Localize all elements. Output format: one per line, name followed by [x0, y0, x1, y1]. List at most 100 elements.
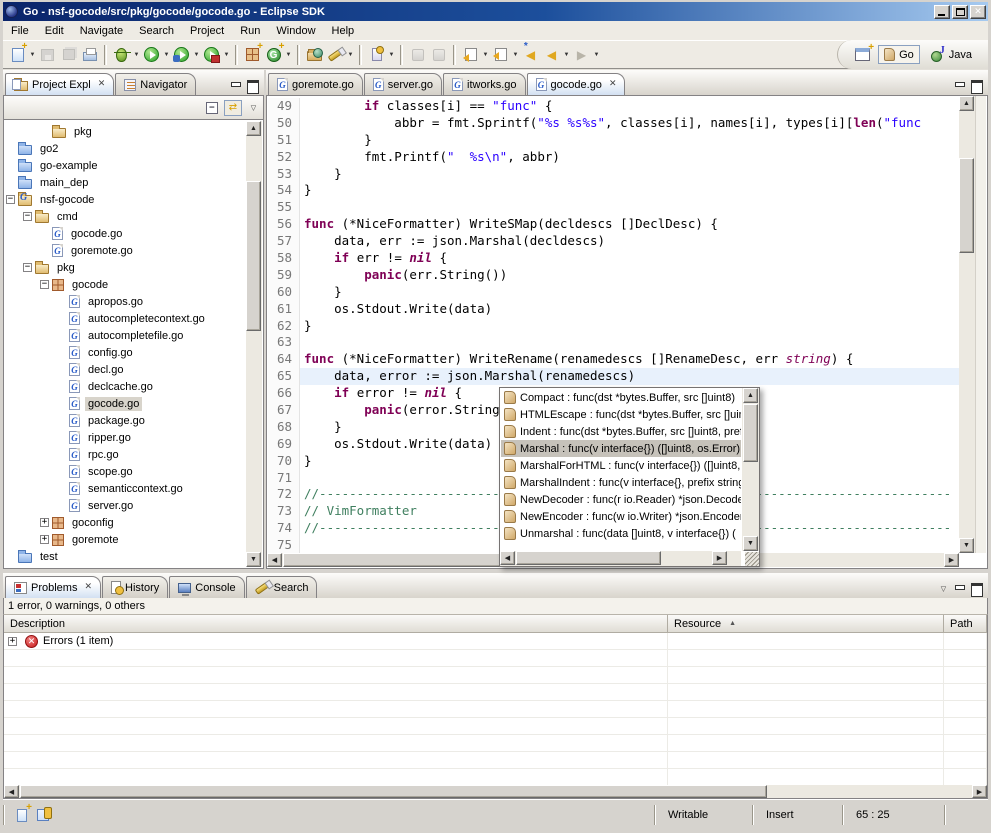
- view-menu-icon[interactable]: ▽: [248, 102, 259, 113]
- column-header-path[interactable]: Path: [944, 615, 987, 633]
- completion-item-unmarshal[interactable]: Unmarshal : func(data []uint8, v interfa…: [501, 525, 741, 542]
- dropdown-arrow-icon[interactable]: ▼: [132, 43, 141, 66]
- toolbar-button-open-resource[interactable]: [304, 43, 325, 66]
- toolbar-button-back[interactable]: ◀: [541, 43, 562, 66]
- scroll-up-icon[interactable]: ▲: [246, 121, 261, 136]
- toolbar-button-new-go-application[interactable]: [263, 43, 284, 66]
- code-line-56[interactable]: 56func (*NiceFormatter) WriteSMap(declde…: [268, 216, 959, 233]
- scroll-left-icon[interactable]: ◀: [267, 553, 282, 567]
- scrollbar-thumb[interactable]: [20, 785, 767, 798]
- scroll-left-icon[interactable]: ◀: [4, 785, 19, 798]
- close-icon[interactable]: ✕: [609, 80, 617, 89]
- problems-tab-problems[interactable]: Problems✕: [5, 576, 101, 598]
- tree-item-autocompletecontext-go[interactable]: autocompletecontext.go: [6, 310, 245, 327]
- tree-item-go-example[interactable]: go-example: [6, 157, 245, 174]
- editor-vertical-scrollbar[interactable]: ▲ ▼: [959, 96, 975, 553]
- toolbar-button-previous-annotation[interactable]: [407, 43, 428, 66]
- toolbar-button-last-edit-location[interactable]: [460, 43, 481, 66]
- tree-item-apropos-go[interactable]: apropos.go: [6, 293, 245, 310]
- code-line-61[interactable]: 61 os.Stdout.Write(data): [268, 301, 959, 318]
- tree-item-main-dep[interactable]: main_dep: [6, 174, 245, 191]
- toolbar-button-external-tools[interactable]: [201, 43, 222, 66]
- view-minimize-button[interactable]: [953, 80, 966, 91]
- sync-status-icon[interactable]: [37, 809, 49, 821]
- dropdown-arrow-icon[interactable]: ▼: [284, 43, 293, 66]
- expander-minus-icon[interactable]: −: [40, 280, 49, 289]
- tree-item-goremote-go[interactable]: goremote.go: [6, 242, 245, 259]
- dropdown-arrow-icon[interactable]: ▼: [511, 43, 520, 66]
- menu-window[interactable]: Window: [268, 22, 323, 40]
- view-minimize-button[interactable]: [229, 80, 242, 91]
- dropdown-arrow-icon[interactable]: ▼: [592, 43, 601, 66]
- view-minimize-button[interactable]: [953, 583, 966, 594]
- open-perspective-button[interactable]: [852, 43, 873, 66]
- toolbar-button-goto-last-edit[interactable]: [490, 43, 511, 66]
- explorer-tab-navigator[interactable]: Navigator: [115, 73, 196, 95]
- tree-item-pkg[interactable]: pkg: [6, 123, 245, 140]
- column-header-resource[interactable]: Resource▲: [668, 615, 944, 633]
- minimize-button[interactable]: [934, 5, 950, 19]
- scroll-right-icon[interactable]: ▶: [972, 785, 987, 798]
- code-line-60[interactable]: 60 }: [268, 284, 959, 301]
- scroll-down-icon[interactable]: ▼: [959, 538, 974, 553]
- tree-item-go2[interactable]: go2: [6, 140, 245, 157]
- dropdown-arrow-icon[interactable]: ▼: [222, 43, 231, 66]
- problems-tab-console[interactable]: Console: [169, 576, 244, 598]
- menu-help[interactable]: Help: [324, 22, 363, 40]
- tree-item-declcache-go[interactable]: declcache.go: [6, 378, 245, 395]
- toolbar-button-next-annotation[interactable]: [428, 43, 449, 66]
- column-header-description[interactable]: Description: [4, 615, 668, 633]
- dropdown-arrow-icon[interactable]: ▼: [192, 43, 201, 66]
- tree-item-goconfig[interactable]: +goconfig: [6, 514, 245, 531]
- dropdown-arrow-icon[interactable]: ▼: [28, 43, 37, 66]
- editor-tab-goremote-go[interactable]: goremote.go: [268, 73, 363, 95]
- tree-item-gocode-go[interactable]: gocode.go: [6, 395, 245, 412]
- view-maximize-button[interactable]: [246, 80, 259, 91]
- completion-item-marshal[interactable]: Marshal : func(v interface{}) ([]uint8, …: [501, 440, 741, 457]
- problems-horizontal-scrollbar[interactable]: ◀ ▶: [3, 785, 988, 799]
- code-line-54[interactable]: 54}: [268, 182, 959, 199]
- menu-file[interactable]: File: [3, 22, 37, 40]
- editor-tab-server-go[interactable]: server.go: [364, 73, 442, 95]
- tree-item-server-go[interactable]: server.go: [6, 497, 245, 514]
- dropdown-arrow-icon[interactable]: ▼: [481, 43, 490, 66]
- scrollbar-thumb[interactable]: [959, 158, 974, 253]
- completion-item-htmlescape[interactable]: HTMLEscape : func(dst *bytes.Buffer, src…: [501, 406, 741, 423]
- expander-plus-icon[interactable]: +: [8, 637, 17, 646]
- tree-item-goremote[interactable]: +goremote: [6, 531, 245, 548]
- code-line-52[interactable]: 52 fmt.Printf(" %s\n", abbr): [268, 149, 959, 166]
- toolbar-button-run[interactable]: [141, 43, 162, 66]
- scrollbar-thumb[interactable]: [743, 404, 758, 462]
- code-line-49[interactable]: 49 if classes[i] == "func" {: [268, 98, 959, 115]
- scroll-right-icon[interactable]: ▶: [944, 553, 959, 567]
- toolbar-button-save-all[interactable]: [58, 43, 79, 66]
- code-line-53[interactable]: 53 }: [268, 166, 959, 183]
- dropdown-arrow-icon[interactable]: ▼: [562, 43, 571, 66]
- completion-item-newencoder[interactable]: NewEncoder : func(w io.Writer) *json.Enc…: [501, 508, 741, 525]
- collapse-all-icon[interactable]: −: [206, 102, 218, 114]
- completion-item-marshalforhtml[interactable]: MarshalForHTML : func(v interface{}) ([]…: [501, 457, 741, 474]
- perspective-go[interactable]: Go: [878, 45, 920, 64]
- tree-item-package-go[interactable]: package.go: [6, 412, 245, 429]
- tree-item-gocode[interactable]: −gocode: [6, 276, 245, 293]
- popup-horizontal-scrollbar[interactable]: ◀ ▶: [500, 551, 741, 566]
- tree-item-config-go[interactable]: config.go: [6, 344, 245, 361]
- toolbar-button-new-wizard[interactable]: [7, 43, 28, 66]
- tree-item-pkg[interactable]: −pkg: [6, 259, 245, 276]
- tree-item-semanticcontext-go[interactable]: semanticcontext.go: [6, 480, 245, 497]
- tree-item-decl-go[interactable]: decl.go: [6, 361, 245, 378]
- code-line-59[interactable]: 59 panic(err.String()): [268, 267, 959, 284]
- toolbar-button-forward[interactable]: ▶: [571, 43, 592, 66]
- completion-item-compact[interactable]: Compact : func(dst *bytes.Buffer, src []…: [501, 389, 741, 406]
- tree-item-rpc-go[interactable]: rpc.go: [6, 446, 245, 463]
- expander-plus-icon[interactable]: +: [40, 535, 49, 544]
- explorer-tab-project-expl[interactable]: Project Expl✕: [5, 73, 114, 95]
- code-line-50[interactable]: 50 abbr = fmt.Sprintf("%s %s%s", classes…: [268, 115, 959, 132]
- resize-grip[interactable]: [745, 552, 759, 566]
- menu-navigate[interactable]: Navigate: [72, 22, 131, 40]
- code-line-57[interactable]: 57 data, err := json.Marshal(decldescs): [268, 233, 959, 250]
- build-status-icon[interactable]: [17, 809, 27, 822]
- scrollbar-thumb[interactable]: [246, 181, 261, 331]
- problems-tab-history[interactable]: History: [102, 576, 168, 598]
- tree-vertical-scrollbar[interactable]: ▲ ▼: [246, 121, 262, 567]
